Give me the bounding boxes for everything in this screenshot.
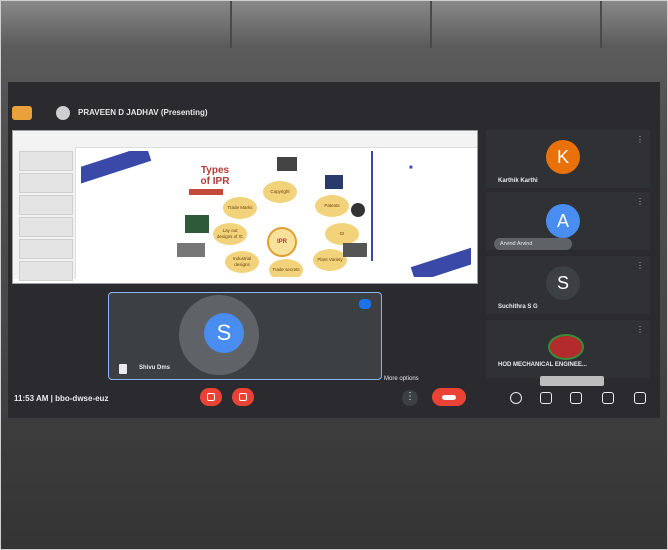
slide-thumbnail: [19, 195, 73, 215]
slide-image: [277, 157, 297, 171]
participant-avatar: K: [546, 140, 580, 174]
node-industrial-designs: Industrial designs: [225, 251, 259, 273]
slide-decoration: [410, 239, 471, 277]
presenter-label: PRAVEEN D JADHAV (Presenting): [78, 108, 208, 117]
pin-icon[interactable]: [119, 364, 127, 374]
more-options-tooltip: More options: [384, 376, 419, 382]
clock-time: 11:53 AM: [14, 394, 49, 403]
slide-image: [177, 243, 205, 257]
host-controls-icon[interactable]: [634, 392, 646, 404]
node-trade-marks: Trade Marks: [223, 197, 257, 219]
slide-pen-graphic: [371, 151, 381, 261]
slide-thumbnails: [13, 147, 76, 281]
people-icon[interactable]: [540, 392, 552, 404]
participant-name: Suchithra S G: [498, 304, 538, 310]
participant-name-chip: Arvind Arvind: [494, 238, 572, 250]
activities-icon[interactable]: [602, 392, 614, 404]
chat-icon[interactable]: [570, 392, 582, 404]
slide-image: [343, 243, 367, 257]
self-video-tile[interactable]: S Shivu Dms: [108, 292, 382, 380]
ipr-center-node: IPR: [267, 227, 297, 257]
current-slide: Types of IPR ■ IPR Copyright Patents Tra…: [81, 151, 471, 277]
participant-name: Karthik Karthi: [498, 178, 538, 184]
presenting-icon[interactable]: [12, 106, 32, 120]
more-options-icon[interactable]: ⋮: [636, 198, 644, 210]
slide-decoration: [81, 151, 152, 189]
hang-up-icon: [442, 394, 456, 400]
mic-off-icon: [207, 393, 215, 401]
more-options-icon[interactable]: ⋮: [636, 326, 644, 338]
node-patents: Patents: [315, 195, 349, 217]
slide-title: Types of IPR: [185, 165, 245, 187]
separator: |: [50, 394, 53, 403]
shared-screen: Types of IPR ■ IPR Copyright Patents Tra…: [12, 130, 478, 284]
more-options-icon[interactable]: ⋮: [636, 262, 644, 274]
node-layout-designs: Lay out designs of IC: [213, 223, 247, 245]
slide-image: [351, 203, 365, 217]
participant-avatar: S: [546, 266, 580, 300]
slide-logo: ■: [409, 165, 413, 171]
hod-logo: [548, 334, 584, 360]
participant-tile-suchithra[interactable]: S Suchithra S G ⋮: [486, 256, 650, 314]
slide-thumbnail: [19, 261, 73, 281]
meeting-info-icon[interactable]: [510, 392, 522, 404]
node-plant-variety: Plant Variety: [313, 249, 347, 271]
slide-image: [185, 215, 209, 233]
slide-title-line2: of IPR: [200, 176, 230, 187]
slide-thumbnail: [19, 217, 73, 237]
node-copyright: Copyright: [263, 181, 297, 203]
slide-image: [325, 175, 343, 189]
camera-off-button[interactable]: [232, 388, 254, 406]
self-avatar: S: [204, 313, 244, 353]
meeting-details: 11:53 AM | bbo-dwse-euz: [14, 394, 108, 403]
participant-tile-karthik[interactable]: K Karthik Karthi ⋮: [486, 130, 650, 188]
slide-subtitle-bar: [189, 189, 223, 195]
leave-call-button[interactable]: [432, 388, 466, 406]
powerpoint-ribbon: [13, 131, 477, 148]
presenter-avatar: [56, 106, 70, 120]
meeting-code: bbo-dwse-euz: [55, 394, 109, 403]
slide-thumbnail: [19, 173, 73, 193]
slide-thumbnail: [19, 151, 73, 171]
more-options-icon[interactable]: ⋮: [636, 136, 644, 148]
speaking-indicator-icon: [359, 299, 371, 309]
node-gi: GI: [325, 223, 359, 245]
lower-wall: [0, 418, 668, 550]
ceiling: [0, 0, 668, 48]
self-name-label: Shivu Dms: [139, 365, 171, 371]
node-trade-secrets: Trade secrets: [269, 259, 303, 277]
participant-avatar: A: [546, 204, 580, 238]
camera-off-icon: [239, 393, 247, 401]
slide-title-line1: Types: [200, 165, 230, 176]
slide-thumbnail: [19, 239, 73, 259]
participant-name: HOD MECHANICAL ENGINEE...: [498, 362, 587, 368]
tile-hover-controls[interactable]: [540, 376, 604, 386]
more-options-button[interactable]: ⋮: [402, 390, 418, 406]
mic-off-button[interactable]: [200, 388, 222, 406]
